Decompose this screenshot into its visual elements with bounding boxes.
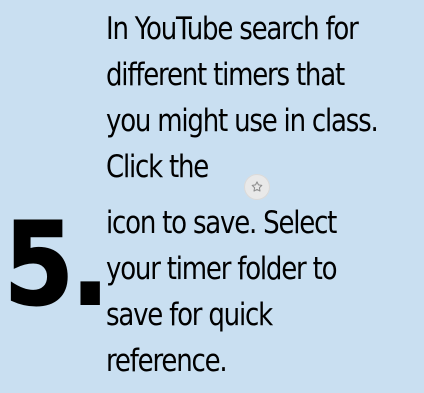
step-number: 5.: [3, 198, 110, 331]
instruction-line-1: In YouTube search for: [106, 11, 359, 47]
instruction-line-3: you might use in class.: [106, 103, 379, 139]
instruction-line-5: icon to save. Select: [106, 205, 337, 241]
star-icon: [251, 181, 263, 192]
star-save-icon: [244, 174, 270, 200]
instruction-line-7: save for quick: [106, 297, 273, 333]
instruction-line-6: your timer folder to: [106, 251, 338, 287]
instruction-line-8: reference.: [106, 343, 228, 379]
instruction-slide: 5. In YouTube search for different timer…: [0, 0, 424, 393]
instruction-line-4: Click the: [106, 149, 209, 185]
instruction-line-2: different timers that: [106, 57, 345, 93]
instruction-text: In YouTube search for different timers t…: [106, 9, 424, 393]
